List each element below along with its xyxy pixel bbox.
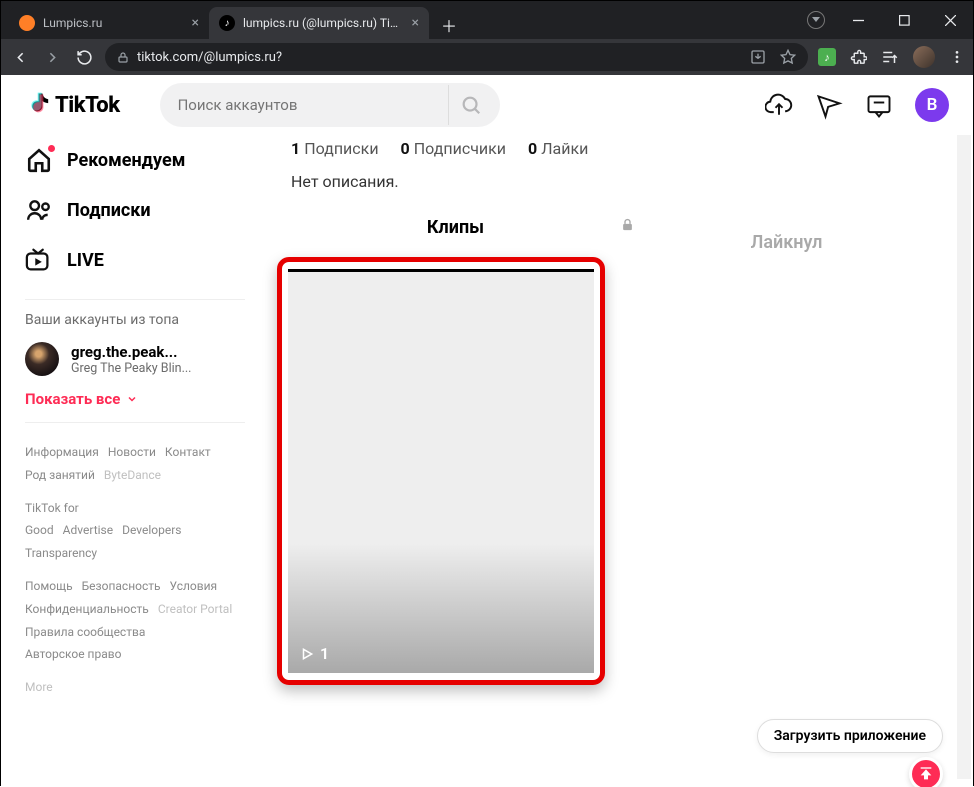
inbox-icon[interactable]: [865, 92, 891, 118]
search-input[interactable]: [178, 96, 442, 114]
nav-live[interactable]: LIVE: [25, 235, 245, 285]
reading-list-icon[interactable]: [881, 48, 899, 66]
footer-more[interactable]: More: [25, 676, 245, 699]
download-app-button[interactable]: Загрузить приложение: [757, 719, 943, 753]
close-icon[interactable]: ×: [412, 15, 419, 31]
profile-bio: Нет описания.: [291, 172, 949, 191]
scroll-top-button[interactable]: [909, 757, 943, 787]
browser-tab-1[interactable]: Lumpics.ru ×: [9, 7, 209, 39]
account-switcher-icon[interactable]: [807, 11, 825, 29]
stat-followers[interactable]: 0Подписчики: [401, 139, 506, 158]
browser-menu-icon[interactable]: [949, 49, 965, 65]
notification-dot-icon: [48, 145, 55, 152]
close-icon[interactable]: ×: [192, 15, 199, 31]
footer-link[interactable]: Род занятий: [25, 468, 95, 482]
globe-icon: [19, 15, 35, 31]
footer-link[interactable]: Новости: [108, 445, 156, 459]
home-icon: [25, 147, 53, 173]
install-app-icon[interactable]: [750, 49, 766, 65]
lock-icon: [117, 51, 129, 64]
nav-label: Рекомендуем: [67, 150, 185, 171]
footer-link[interactable]: Авторское право: [25, 647, 121, 661]
window-minimize-button[interactable]: [835, 4, 881, 36]
active-tab-underline: [288, 269, 594, 272]
logo-text: TikTok: [55, 93, 120, 118]
nav-label: Подписки: [67, 200, 151, 221]
address-bar[interactable]: tiktok.com/@lumpics.ru?: [105, 43, 808, 71]
browser-toolbar: tiktok.com/@lumpics.ru? ♪: [1, 39, 973, 75]
footer-link[interactable]: Условия: [170, 579, 218, 593]
suggested-account[interactable]: greg.the.peak... Greg The Peaky Blin...: [25, 342, 245, 376]
footer-link[interactable]: Advertise: [63, 523, 113, 537]
tiktok-logo[interactable]: TikTok: [25, 91, 120, 119]
upload-icon[interactable]: [765, 92, 791, 118]
footer-link[interactable]: ByteDance: [104, 468, 161, 482]
video-thumbnail[interactable]: 1: [288, 269, 594, 673]
views-count: 1: [320, 644, 329, 663]
extensions-icon[interactable]: [850, 49, 867, 66]
stat-likes[interactable]: 0Лайки: [528, 139, 588, 158]
nav-forward-button[interactable]: [41, 49, 63, 66]
messages-icon[interactable]: [815, 92, 841, 118]
stat-following[interactable]: 1Подписки: [291, 139, 379, 158]
video-views: 1: [300, 644, 329, 663]
live-icon: [25, 248, 53, 272]
show-all-label: Показать все: [25, 390, 120, 408]
profile-stats: 1Подписки 0Подписчики 0Лайки: [291, 139, 949, 158]
footer-link[interactable]: Developers: [122, 523, 181, 537]
account-displayname: Greg The Peaky Blin...: [71, 361, 191, 376]
tab-title: lumpics.ru (@lumpics.ru) TikTok |: [243, 16, 404, 30]
music-note-icon: [25, 91, 51, 119]
people-icon: [25, 197, 53, 223]
nav-recommended[interactable]: Рекомендуем: [25, 135, 245, 185]
tab-liked[interactable]: Лайкнул: [620, 217, 949, 261]
search-button[interactable]: [448, 85, 494, 125]
tab-liked-label: Лайкнул: [751, 232, 823, 253]
footer-link[interactable]: Информация: [25, 445, 99, 459]
tiktok-favicon-icon: ♪: [219, 15, 235, 31]
account-username: greg.the.peak...: [71, 343, 191, 361]
nav-label: LIVE: [67, 250, 104, 271]
account-avatar-icon: [25, 342, 59, 376]
site-header: TikTok B: [1, 75, 973, 135]
nav-back-button[interactable]: [9, 49, 31, 66]
footer-link[interactable]: Правила сообщества: [25, 625, 145, 639]
divider: [25, 299, 245, 300]
browser-profile-avatar[interactable]: [913, 46, 935, 68]
nav-following[interactable]: Подписки: [25, 185, 245, 235]
tab-title: Lumpics.ru: [43, 16, 184, 30]
nav-reload-button[interactable]: [73, 49, 95, 66]
tab-videos[interactable]: Клипы: [291, 217, 620, 261]
footer-link[interactable]: Конфиденциальность: [25, 602, 149, 616]
search-box[interactable]: [160, 83, 500, 127]
profile-tabs: Клипы Лайкнул: [291, 217, 949, 261]
divider: [25, 422, 245, 423]
extension-music-icon[interactable]: ♪: [818, 48, 836, 66]
browser-tab-2[interactable]: ♪ lumpics.ru (@lumpics.ru) TikTok | ×: [209, 7, 429, 39]
window-maximize-button[interactable]: [881, 4, 927, 36]
sidebar: Рекомендуем Подписки LIVE Ваши аккаунты …: [1, 135, 261, 787]
url-text: tiktok.com/@lumpics.ru?: [137, 50, 282, 65]
browser-tabbar: Lumpics.ru × ♪ lumpics.ru (@lumpics.ru) …: [1, 1, 973, 39]
footer-link[interactable]: Creator Portal: [158, 602, 232, 616]
footer-links: Информация Новости Контакт Род занятий Byte…: [25, 441, 245, 699]
main-content: 1Подписки 0Подписчики 0Лайки Нет описани…: [261, 135, 973, 787]
bookmark-star-icon[interactable]: [780, 49, 796, 65]
window-close-button[interactable]: [927, 4, 973, 36]
footer-link[interactable]: Помощь: [25, 579, 73, 593]
suggested-accounts-heading: Ваши аккаунты из топа: [25, 312, 245, 328]
new-tab-button[interactable]: ＋: [435, 11, 463, 39]
footer-link[interactable]: Контакт: [165, 445, 211, 459]
lock-icon: [620, 217, 949, 232]
footer-link[interactable]: Transparency: [25, 546, 97, 560]
chevron-down-icon: [126, 393, 138, 405]
show-all-link[interactable]: Показать все: [25, 390, 245, 408]
play-icon: [300, 647, 314, 661]
profile-avatar[interactable]: B: [915, 88, 949, 122]
footer-link[interactable]: Безопасность: [82, 579, 161, 593]
